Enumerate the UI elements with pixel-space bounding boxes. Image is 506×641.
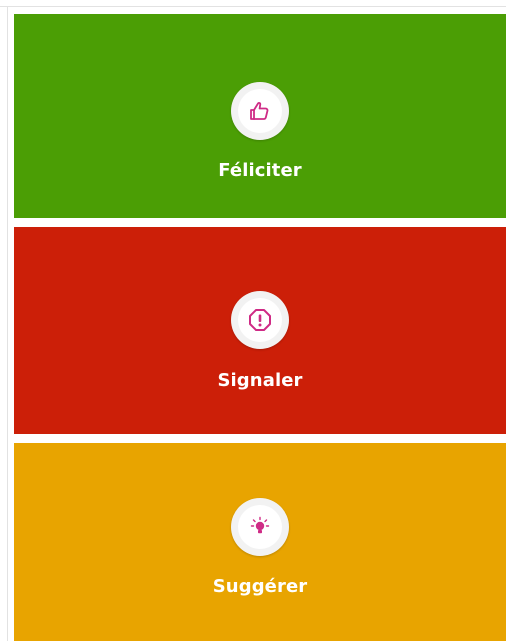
alert-octagon-icon — [249, 309, 271, 331]
lightbulb-icon — [250, 516, 270, 534]
suggest-tile[interactable]: Suggérer — [14, 443, 506, 641]
suggest-icon-badge — [231, 498, 289, 556]
suggest-label: Suggérer — [212, 576, 308, 597]
tile-menu: Féliciter Signaler Suggérer — [0, 0, 506, 641]
congratulate-icon-badge — [231, 82, 289, 140]
divider-left — [7, 6, 8, 641]
congratulate-tile[interactable]: Féliciter — [14, 14, 506, 218]
report-label: Signaler — [217, 370, 303, 391]
report-tile[interactable]: Signaler — [14, 227, 506, 434]
divider-top — [0, 6, 506, 7]
report-icon-badge — [231, 291, 289, 349]
thumbs-up-icon — [250, 102, 269, 120]
congratulate-label: Féliciter — [218, 160, 302, 181]
